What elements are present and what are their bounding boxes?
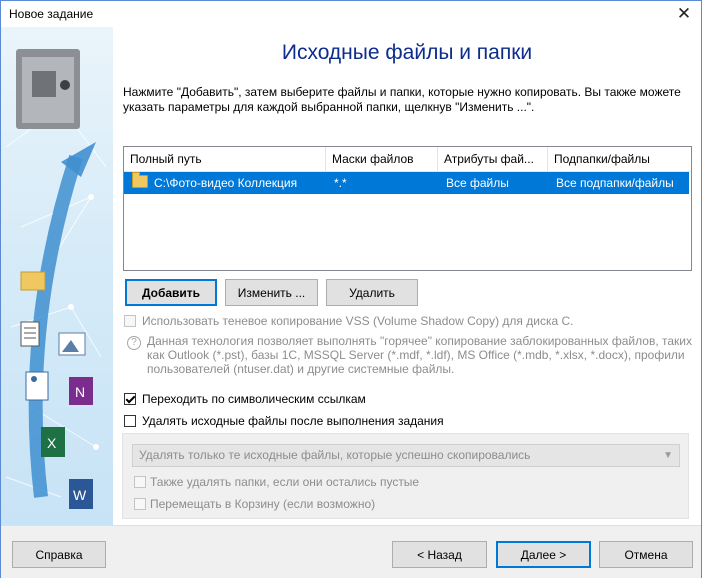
delete-mode-select[interactable]: Удалять только те исходные файлы, которы… (132, 444, 680, 467)
page-title: Исходные файлы и папки (281, 41, 533, 64)
add-button[interactable]: Добавить (125, 279, 217, 306)
delete-mode-value: Удалять только те исходные файлы, которы… (139, 448, 531, 462)
delete-button[interactable]: Удалить (326, 279, 418, 306)
delete-source-label: Удалять исходные файлы после выполнения … (142, 414, 444, 428)
excel-icon: X (41, 427, 65, 457)
safe-icon (16, 49, 80, 129)
delete-empty-folders-label: Также удалять папки, если они остались п… (150, 475, 420, 489)
table-row[interactable]: C:\Фото-видео Коллекция *.* Все файлы Вс… (124, 172, 689, 194)
window-title: Новое задание (9, 7, 94, 21)
move-to-recycle-checkbox[interactable] (134, 498, 146, 510)
sidebar-art: N X W (5, 49, 107, 509)
folder-icon (20, 271, 46, 291)
footer-bar: Справка < Назад Далее > Отмена (1, 525, 701, 578)
cancel-button[interactable]: Отмена (599, 541, 693, 568)
column-header-attributes[interactable]: Атрибуты фай... (438, 147, 548, 171)
vss-label: Использовать теневое копирование VSS (Vo… (142, 314, 574, 328)
symlinks-checkbox[interactable] (124, 393, 136, 405)
folder-icon (132, 172, 148, 188)
column-header-mask[interactable]: Маски файлов (326, 147, 438, 171)
document-icon (20, 321, 40, 347)
delete-source-checkbox[interactable] (124, 415, 136, 427)
row-mask: *.* (334, 176, 347, 190)
column-header-subfolders[interactable]: Подпапки/файлы (548, 147, 691, 171)
move-to-recycle-label: Перемещать в Корзину (если возможно) (150, 497, 376, 511)
sidebar-illustration: N X W (1, 27, 113, 525)
symlinks-label: Переходить по символическим ссылкам (142, 392, 366, 406)
vss-checkbox[interactable] (124, 315, 136, 327)
chevron-down-icon: ▼ (663, 450, 673, 461)
row-path: C:\Фото-видео Коллекция (154, 176, 298, 190)
svg-text:X: X (47, 435, 57, 451)
next-button[interactable]: Далее > (496, 541, 591, 568)
svg-text:N: N (75, 384, 85, 400)
onenote-icon: N (69, 377, 93, 405)
word-icon: W (69, 479, 93, 509)
back-button[interactable]: < Назад (392, 541, 487, 568)
close-icon[interactable]: ✕ (667, 1, 701, 27)
title-bar: Новое задание ✕ (1, 1, 701, 27)
wizard-window: Новое задание ✕ N X W Исходные файлы и п… (0, 0, 702, 578)
list-header: Полный путь Маски файлов Атрибуты фай...… (124, 147, 691, 172)
edit-button[interactable]: Изменить ... (225, 279, 318, 306)
source-list[interactable]: Полный путь Маски файлов Атрибуты фай...… (123, 146, 692, 271)
svg-text:W: W (73, 487, 87, 503)
row-subfolders: Все подпапки/файлы (556, 176, 674, 190)
row-attributes: Все файлы (446, 176, 509, 190)
delete-empty-folders-checkbox[interactable] (134, 476, 146, 488)
help-button[interactable]: Справка (12, 541, 106, 568)
column-header-path[interactable]: Полный путь (124, 147, 326, 171)
intro-text: Нажмите "Добавить", затем выберите файлы… (123, 85, 681, 114)
row-path-cell: C:\Фото-видео Коллекция (124, 172, 326, 194)
vss-note: Данная технология позволяет выполнять "г… (147, 334, 692, 376)
contacts-icon (25, 371, 49, 401)
question-icon: ? (127, 336, 141, 350)
image-icon (58, 332, 86, 356)
